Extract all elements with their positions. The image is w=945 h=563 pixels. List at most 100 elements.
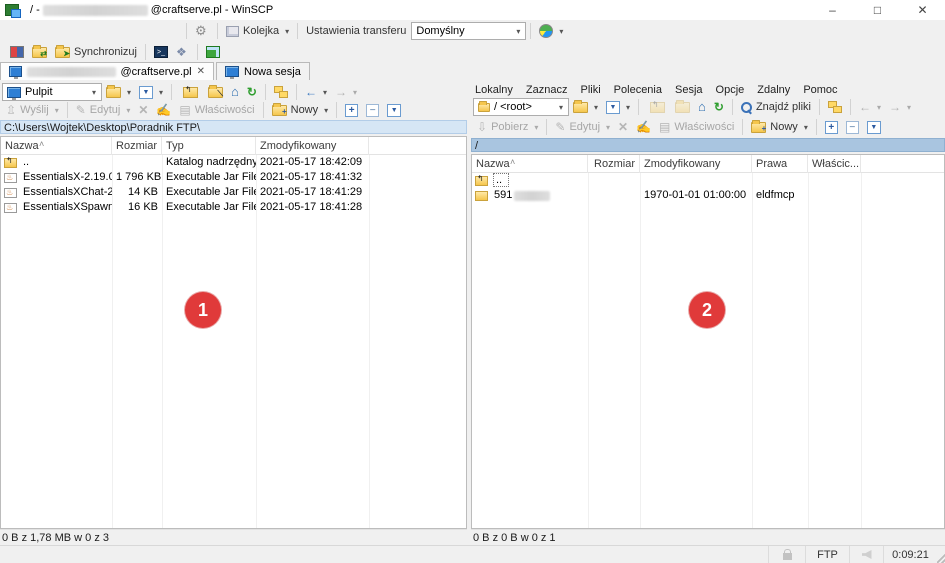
upload-button[interactable]: ⇫ Wyślij (2, 102, 63, 118)
column-header-modified[interactable]: Zmodyfikowany (256, 137, 369, 155)
session-tab-active[interactable]: @craftserve.pl ✕ (0, 62, 214, 80)
remote-filter-button[interactable]: ▼ (602, 99, 634, 116)
local-expand-button[interactable]: + (341, 102, 362, 119)
menu-item-zaznacz[interactable]: Zaznacz (526, 84, 568, 96)
local-forward-button[interactable]: → (331, 83, 361, 101)
column-header-rights[interactable]: Prawa (752, 155, 808, 173)
explorer-style-button[interactable] (535, 22, 567, 40)
transfer-preset-combo[interactable]: Domyślny ▾ (411, 22, 526, 40)
local-directory-tree-button[interactable] (270, 84, 292, 100)
remote-path-bar[interactable]: / (471, 138, 945, 152)
remote-filter-toggle-button[interactable]: ▼ (863, 119, 885, 136)
menu-item-pliki[interactable]: Pliki (581, 84, 601, 96)
local-parent-directory-button[interactable] (176, 85, 204, 100)
menu-item-opcje[interactable]: Opcje (716, 84, 745, 96)
local-back-button[interactable]: ← (301, 83, 331, 101)
table-row[interactable]: EssentialsXChat-2.19.... 14 KB Executabl… (1, 185, 466, 200)
remote-properties-button[interactable]: ▤ Właściwości (655, 119, 738, 135)
table-row[interactable]: .. (472, 173, 944, 188)
open-console-button[interactable]: >_ (150, 44, 172, 60)
remote-rename-button[interactable]: ✍ (632, 119, 655, 135)
refresh-icon: ↻ (247, 86, 257, 98)
local-properties-button[interactable]: ▤ Właściwości (175, 102, 258, 118)
column-header-name[interactable]: Nazwa (1, 137, 112, 155)
redacted-session-name (27, 67, 116, 77)
menu-item-polecenia[interactable]: Polecenia (614, 84, 662, 96)
remote-home-directory-button[interactable]: ⌂ (694, 99, 710, 115)
filter-icon: ▼ (387, 104, 401, 117)
menu-item-zdalny[interactable]: Zdalny (757, 84, 790, 96)
gear-icon: ⚙ (195, 24, 209, 38)
local-refresh-button[interactable]: ↻ (243, 84, 261, 100)
local-delete-button[interactable]: ✕ (134, 101, 152, 119)
remote-edit-button[interactable]: ✎ Edytuj (551, 119, 614, 135)
open-folder-icon (573, 102, 588, 113)
table-row[interactable]: .. Katalog nadrzędny 2021-05-17 18:42:09 (1, 155, 466, 170)
local-filter-toggle-button[interactable]: ▼ (383, 102, 405, 119)
file-size: 14 KB (112, 185, 162, 200)
table-row[interactable]: EssentialsXSpawn-2.1... 16 KB Executable… (1, 200, 466, 215)
column-header-owner[interactable]: Właścic... (808, 155, 861, 173)
remote-status-text: 0 B z 0 B w 0 z 1 (471, 529, 945, 545)
local-edit-button[interactable]: ✎ Edytuj (72, 102, 135, 118)
notifications-status (849, 546, 883, 563)
close-tab-icon[interactable]: ✕ (197, 66, 205, 77)
new-session-tab[interactable]: Nowa sesja (216, 62, 310, 80)
remote-back-button[interactable]: ← (855, 98, 885, 116)
remote-new-button[interactable]: + Nowy (747, 119, 812, 135)
remote-root-directory-button[interactable] (671, 100, 694, 115)
column-header-size[interactable]: Rozmiar (112, 137, 162, 155)
jar-file-icon (4, 173, 17, 183)
edit-pencil-icon: ✎ (76, 104, 86, 116)
addons-button[interactable]: ❖ (172, 44, 193, 60)
resize-grip[interactable] (937, 546, 945, 563)
table-row[interactable]: 591 1970-01-01 01:00:00 eldfmcp (472, 188, 944, 203)
close-button[interactable]: ✕ (900, 0, 945, 20)
root-directory-icon (675, 102, 690, 113)
compare-directories-button[interactable] (6, 44, 28, 60)
show-hide-panels-button[interactable] (202, 44, 224, 60)
remote-open-directory-button[interactable] (569, 100, 602, 115)
column-header-name[interactable]: Nazwa (472, 155, 588, 173)
local-path-bar[interactable]: C:\Users\Wojtek\Desktop\Poradnik FTP\ (0, 120, 467, 134)
maximize-button[interactable]: □ (855, 0, 900, 20)
column-header-modified[interactable]: Zmodyfikowany (640, 155, 752, 173)
remote-forward-button[interactable]: → (885, 98, 915, 116)
remote-directory-tree-button[interactable] (824, 99, 846, 115)
file-modified: 2021-05-17 18:41:32 (256, 170, 369, 185)
title-prefix: / - (30, 4, 40, 16)
file-rights (752, 173, 808, 188)
menu-item-lokalny[interactable]: Lokalny (475, 84, 513, 96)
remote-expand-button[interactable]: + (821, 119, 842, 136)
local-new-button[interactable]: + Nowy (268, 102, 333, 118)
local-open-directory-button[interactable] (102, 85, 135, 100)
remote-file-list: Nazwa Rozmiar Zmodyfikowany Prawa Właści… (471, 154, 945, 529)
local-drive-combo[interactable]: Pulpit ▾ (2, 83, 102, 101)
remote-refresh-button[interactable]: ↻ (710, 99, 728, 115)
menu-item-pomoc[interactable]: Pomoc (803, 84, 837, 96)
queue-button[interactable]: Kolejka (222, 23, 293, 39)
sync-browsing-button[interactable]: ⇄ (28, 45, 51, 60)
new-session-label: Nowa sesja (244, 66, 301, 78)
synchronize-icon: ➤ (55, 47, 70, 58)
column-header-size[interactable]: Rozmiar (588, 155, 640, 173)
table-row[interactable]: EssentialsX-2.19.0-de... 1 796 KB Execut… (1, 170, 466, 185)
local-filter-button[interactable]: ▼ (135, 84, 167, 101)
remote-collapse-button[interactable]: − (842, 119, 863, 136)
minimize-button[interactable]: – (810, 0, 855, 20)
menu-item-sesja[interactable]: Sesja (675, 84, 703, 96)
local-home-directory-button[interactable]: ⌂ (227, 84, 243, 100)
local-root-directory-button[interactable]: ⟍ (204, 85, 227, 100)
remote-delete-button[interactable]: ✕ (614, 118, 632, 136)
remote-parent-directory-button[interactable] (643, 100, 671, 115)
local-rename-button[interactable]: ✍ (152, 102, 175, 118)
find-files-button[interactable]: Znajdź pliki (737, 99, 815, 115)
download-button[interactable]: ⇩ Pobierz (473, 119, 542, 135)
remote-drive-combo[interactable]: / <root> ▾ (473, 98, 569, 116)
preferences-button[interactable]: ⚙ (191, 22, 213, 40)
rename-icon: ✍ (636, 121, 651, 133)
synchronize-button[interactable]: ➤ Synchronizuj (51, 44, 141, 60)
column-header-type[interactable]: Typ (162, 137, 256, 155)
local-collapse-button[interactable]: − (362, 102, 383, 119)
parent-directory-icon (650, 102, 665, 113)
